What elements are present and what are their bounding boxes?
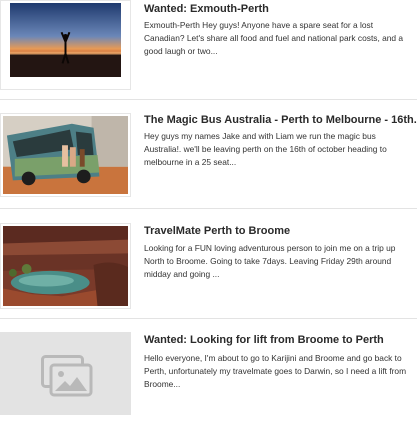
listing-title[interactable]: Wanted: Looking for lift from Broome to … bbox=[144, 334, 384, 346]
gorge-waterhole-photo bbox=[3, 226, 128, 306]
listing-description: Looking for a FUN loving adventurous per… bbox=[144, 243, 396, 279]
image-placeholder-icon bbox=[41, 355, 93, 397]
listing-thumbnail[interactable] bbox=[0, 223, 131, 309]
listing-thumbnail[interactable] bbox=[0, 332, 131, 415]
listing-title[interactable]: The Magic Bus Australia - Perth to Melbo… bbox=[144, 114, 417, 126]
listing-item: Wanted: Exmouth-Perth Exmouth-Perth Hey … bbox=[0, 0, 417, 100]
listing-description: Hello everyone, I'm about to go to Karij… bbox=[144, 353, 407, 389]
listing-thumbnail[interactable] bbox=[0, 113, 131, 197]
listing-item: TravelMate Perth to Broome Looking for a… bbox=[0, 209, 417, 319]
listing-description: Hey guys my names Jake and with Liam we … bbox=[144, 131, 387, 167]
listing-thumbnail[interactable] bbox=[0, 0, 131, 90]
listing-title[interactable]: Wanted: Exmouth-Perth bbox=[144, 3, 269, 15]
listing-title[interactable]: TravelMate Perth to Broome bbox=[144, 225, 290, 237]
listing-description: Exmouth-Perth Hey guys! Anyone have a sp… bbox=[144, 20, 404, 56]
listing-item: Wanted: Looking for lift from Broome to … bbox=[0, 319, 417, 427]
sunset-beach-yoga-photo bbox=[10, 3, 121, 77]
listing-item: The Magic Bus Australia - Perth to Melbo… bbox=[0, 100, 417, 209]
painted-bus-photo bbox=[3, 116, 128, 194]
